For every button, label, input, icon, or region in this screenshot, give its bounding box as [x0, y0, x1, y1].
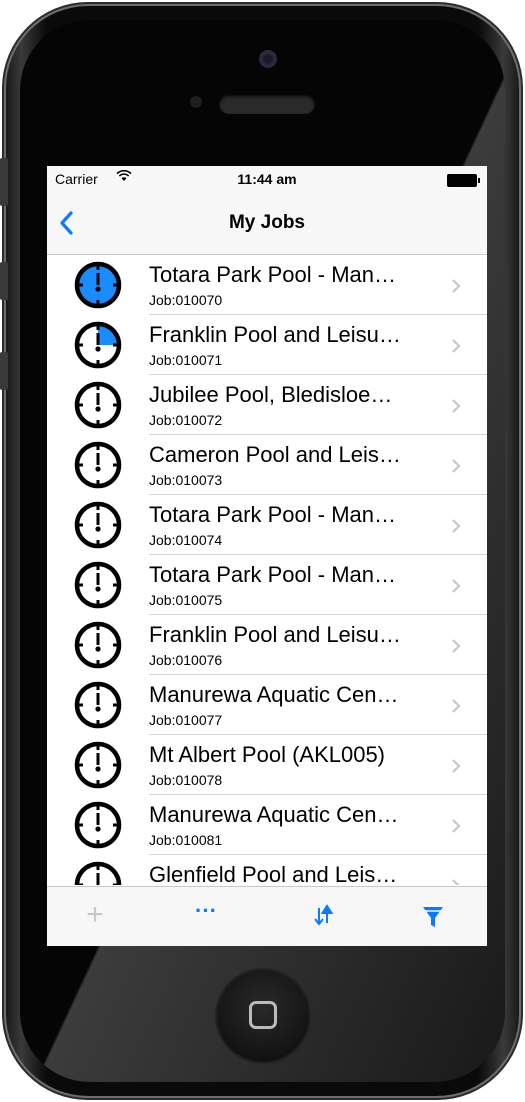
job-number: Job:010075: [149, 592, 223, 608]
job-list[interactable]: Totara Park Pool - Man… Job:010070 Frankli…: [47, 255, 487, 885]
job-title: Mt Albert Pool (AKL005): [149, 742, 386, 767]
job-number: Job:010078: [149, 772, 223, 788]
clock-progress-icon: [74, 561, 122, 609]
home-button[interactable]: [217, 970, 309, 1062]
table-row[interactable]: Manurewa Aquatic Cen… Job:010077: [47, 675, 487, 735]
job-title: Totara Park Pool - Man…: [149, 502, 396, 527]
clock-progress-icon: [74, 321, 122, 369]
mute-switch: [0, 158, 8, 206]
table-row[interactable]: Totara Park Pool - Man… Job:010075: [47, 555, 487, 615]
clock-progress-icon: [74, 681, 122, 729]
chevron-right-icon: [452, 639, 461, 653]
chevron-right-icon: [452, 759, 461, 773]
job-title: Totara Park Pool - Man…: [149, 262, 396, 287]
chevron-right-icon: [452, 459, 461, 473]
table-row[interactable]: Franklin Pool and Leisu… Job:010071: [47, 315, 487, 375]
clock-progress-icon: [74, 801, 122, 849]
sort-button[interactable]: [305, 901, 341, 931]
chevron-right-icon: [452, 519, 461, 533]
earpiece-speaker: [219, 94, 315, 114]
chevron-right-icon: [452, 699, 461, 713]
job-title: Cameron Pool and Leis…: [149, 442, 401, 467]
chevron-right-icon: [452, 579, 461, 593]
front-camera: [259, 50, 277, 68]
filter-funnel-icon: [423, 907, 443, 927]
chevron-right-icon: [452, 279, 461, 293]
chevron-right-icon: [452, 339, 461, 353]
job-title: Glenfield Pool and Leis…: [149, 862, 398, 885]
table-row[interactable]: Jubilee Pool, Bledisloe… Job:010072: [47, 375, 487, 435]
navigation-bar: My Jobs: [47, 192, 487, 255]
sort-arrows-icon: [314, 904, 334, 926]
home-square-icon: [249, 1001, 277, 1029]
job-number: Job:010077: [149, 712, 223, 728]
table-row[interactable]: Glenfield Pool and Leis…: [47, 855, 487, 885]
job-number: Job:010081: [149, 832, 223, 848]
toolbar: + ···: [47, 886, 487, 946]
table-row[interactable]: Totara Park Pool - Man… Job:010070: [47, 255, 487, 315]
job-title: Manurewa Aquatic Cen…: [149, 682, 399, 707]
add-button[interactable]: +: [77, 898, 113, 931]
more-button[interactable]: ···: [188, 898, 224, 931]
clock-progress-icon: [74, 861, 122, 885]
table-row[interactable]: Manurewa Aquatic Cen… Job:010081: [47, 795, 487, 855]
filter-button[interactable]: [415, 901, 451, 931]
clock-progress-icon: [74, 441, 122, 489]
job-title: Franklin Pool and Leisu…: [149, 622, 401, 647]
screen: Carrier 11:44 am My Jobs Totara Park Poo…: [47, 166, 487, 946]
battery-icon: [447, 174, 480, 187]
clock-progress-icon: [74, 501, 122, 549]
clock-progress-icon: [74, 741, 122, 789]
job-title: Franklin Pool and Leisu…: [149, 322, 401, 347]
job-title: Totara Park Pool - Man…: [149, 562, 396, 587]
page-title: My Jobs: [228, 212, 306, 233]
job-number: Job:010070: [149, 292, 223, 308]
table-row[interactable]: Cameron Pool and Leis… Job:010073: [47, 435, 487, 495]
job-title: Jubilee Pool, Bledisloe…: [149, 382, 393, 407]
clock-progress-icon: [74, 261, 122, 309]
job-number: Job:010072: [149, 412, 223, 428]
chevron-right-icon: [452, 399, 461, 413]
proximity-sensor: [190, 96, 202, 108]
volume-down-button: [0, 352, 8, 390]
table-row[interactable]: Mt Albert Pool (AKL005) Job:010078: [47, 735, 487, 795]
table-row[interactable]: Totara Park Pool - Man… Job:010074: [47, 495, 487, 555]
job-number: Job:010074: [149, 532, 223, 548]
clock-progress-icon: [74, 621, 122, 669]
status-bar: Carrier 11:44 am: [47, 166, 487, 192]
chevron-right-icon: [452, 879, 460, 885]
status-time: 11:44 am: [237, 171, 297, 187]
ellipsis-icon: ···: [195, 898, 217, 923]
job-number: Job:010076: [149, 652, 223, 668]
job-title: Manurewa Aquatic Cen…: [149, 802, 399, 827]
clock-progress-icon: [74, 381, 122, 429]
volume-up-button: [0, 262, 8, 300]
job-number: Job:010071: [149, 352, 223, 368]
job-number: Job:010073: [149, 472, 223, 488]
table-row[interactable]: Franklin Pool and Leisu… Job:010076: [47, 615, 487, 675]
plus-icon: +: [86, 898, 104, 931]
chevron-right-icon: [452, 819, 461, 833]
